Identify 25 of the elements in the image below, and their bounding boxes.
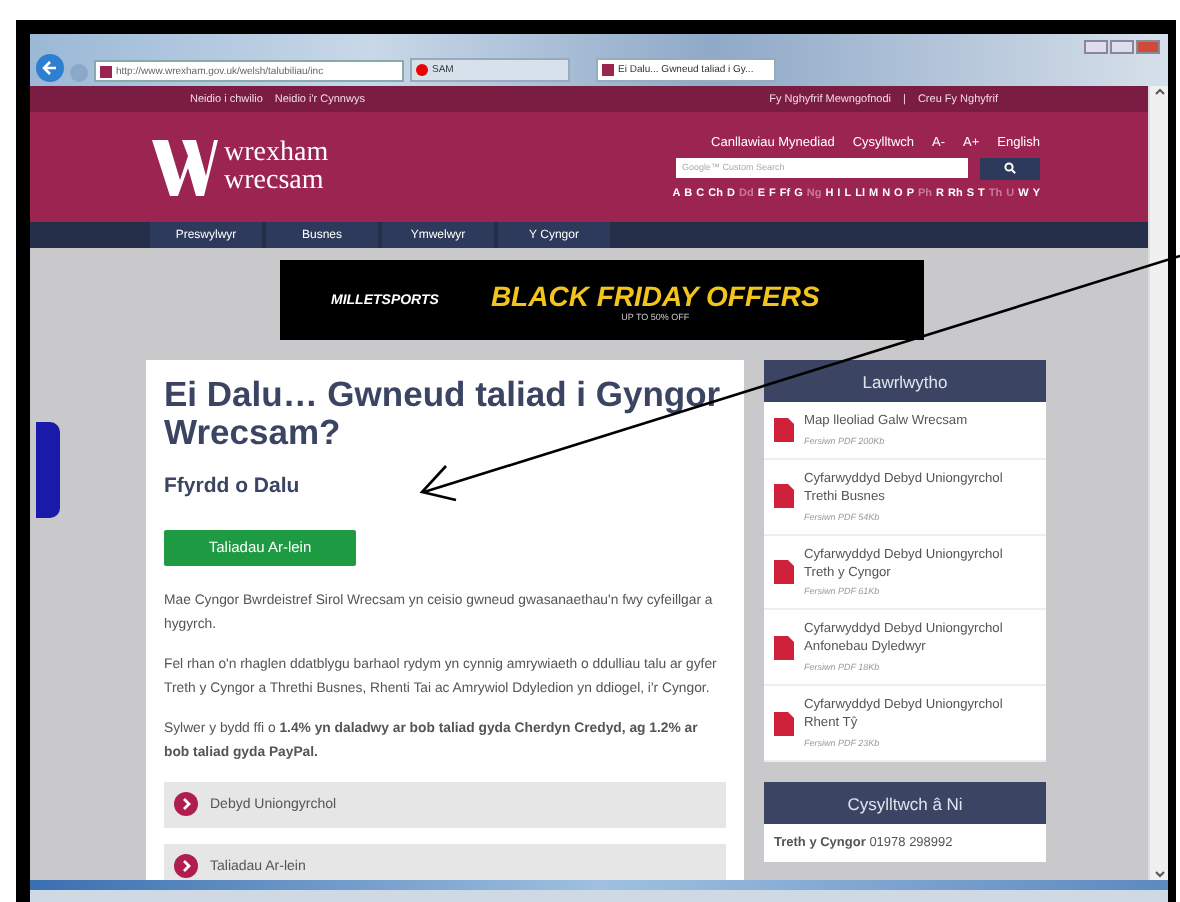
back-button[interactable] bbox=[36, 54, 64, 82]
scroll-down-icon[interactable] bbox=[1153, 870, 1165, 880]
panel-heading: Cysylltwch â Ni bbox=[764, 782, 1046, 825]
feedback-tab[interactable] bbox=[36, 422, 60, 518]
logo-text: wrexham bbox=[224, 140, 329, 167]
panel-heading: Lawrlwytho bbox=[764, 360, 1046, 402]
chevron-icon bbox=[174, 792, 198, 817]
maximize-button[interactable] bbox=[1110, 40, 1134, 54]
pdf-icon bbox=[774, 484, 794, 509]
search-icon bbox=[1004, 162, 1016, 174]
pdf-icon bbox=[774, 560, 794, 585]
page-title: Ei Dalu… Gwneud taliad i Gyngor Wrecsam? bbox=[164, 376, 723, 453]
section-heading: Ffyrdd o Dalu bbox=[164, 473, 302, 497]
pdf-icon bbox=[774, 635, 794, 660]
pdf-icon bbox=[774, 711, 794, 736]
minimize-button[interactable] bbox=[1084, 40, 1108, 54]
logo-icon bbox=[150, 135, 218, 199]
chevron-icon bbox=[174, 854, 198, 879]
advert-headline: BLACK FRIDAY OFFERS bbox=[490, 279, 820, 311]
logo-text: wrecsam bbox=[224, 167, 326, 194]
pdf-icon bbox=[774, 417, 794, 442]
scrollbar[interactable] bbox=[1148, 86, 1168, 880]
scroll-up-icon[interactable] bbox=[1153, 86, 1165, 96]
search-button[interactable] bbox=[980, 157, 1040, 179]
back-arrow-icon bbox=[42, 60, 58, 76]
